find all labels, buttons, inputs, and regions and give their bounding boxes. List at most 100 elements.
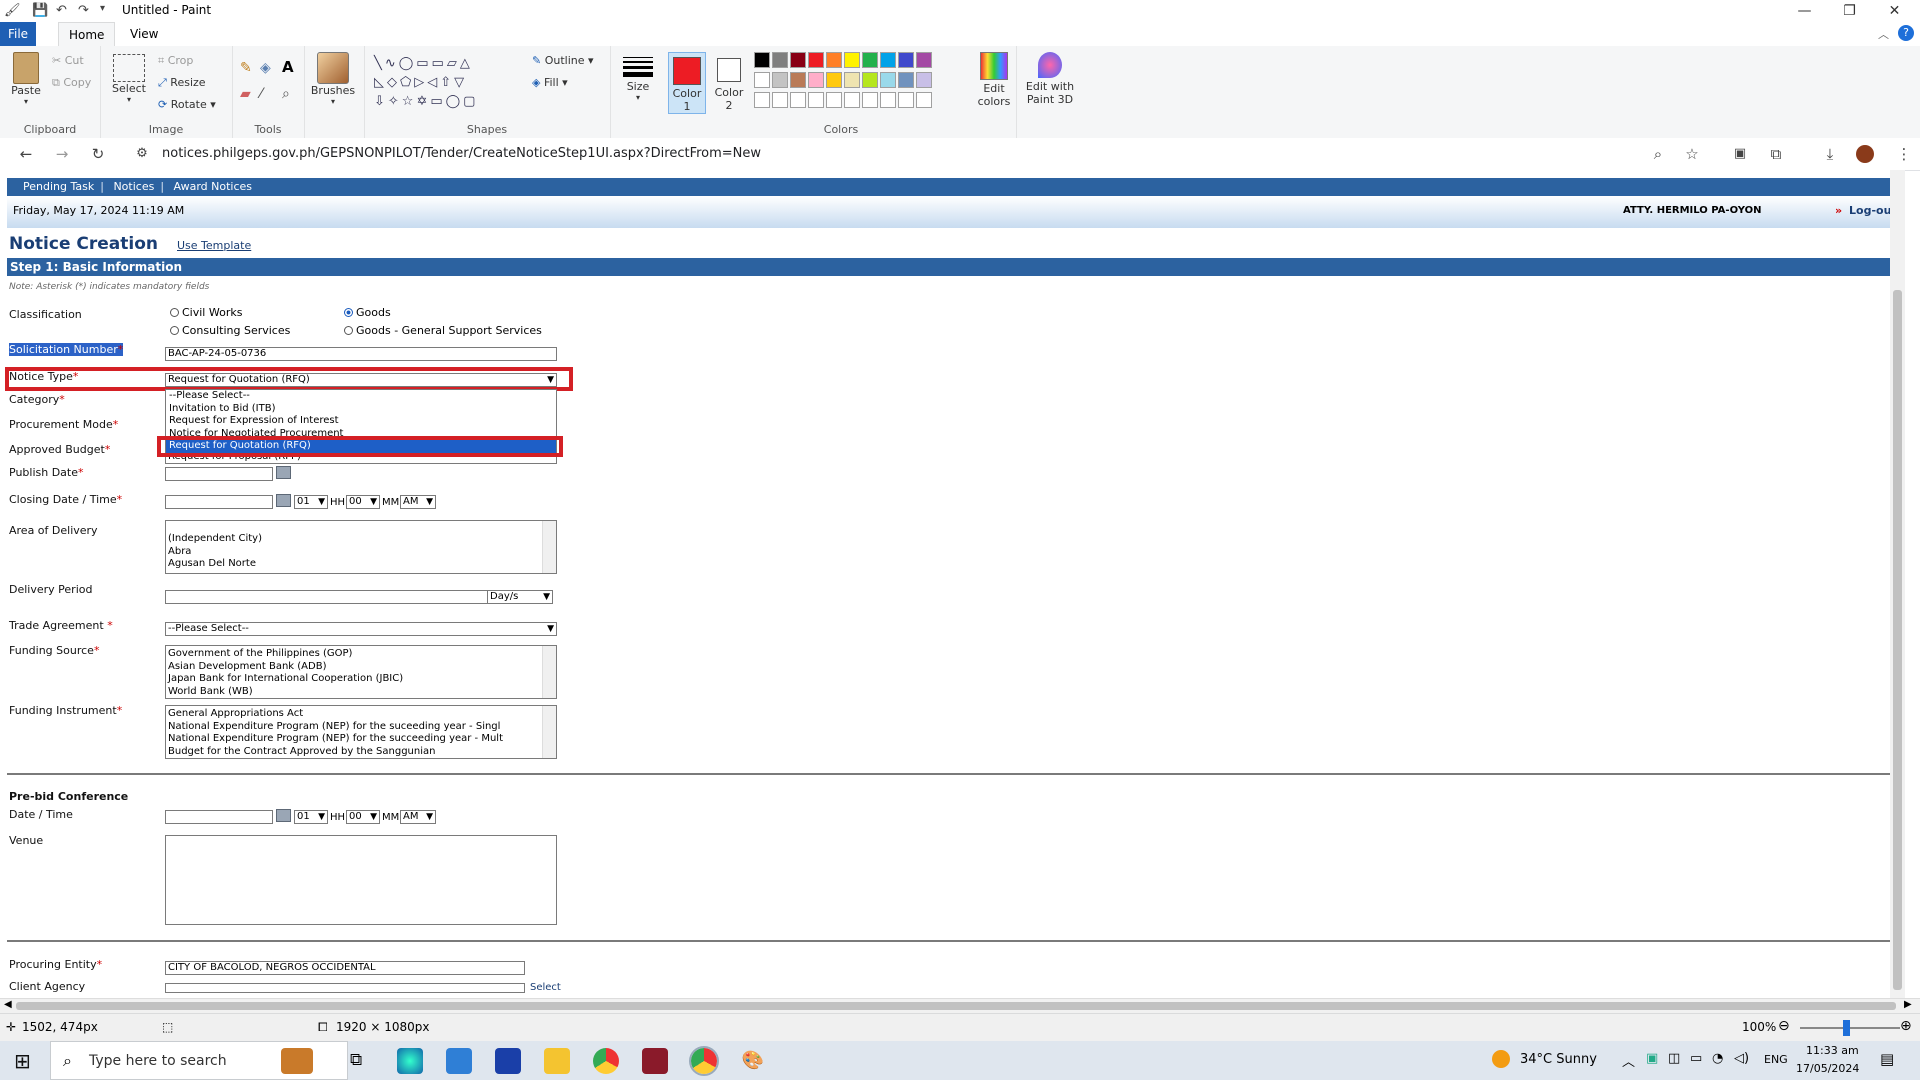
bookmark-star-icon[interactable]: ☆	[1682, 144, 1702, 164]
palette-swatch[interactable]	[916, 52, 932, 68]
closing-date-input[interactable]	[165, 495, 273, 509]
customize-qat-icon[interactable]: ▾	[100, 3, 105, 14]
area-of-delivery-list[interactable]: (Independent City) Abra Agusan Del Norte	[165, 520, 557, 574]
list-item[interactable]: Asian Development Bank (ADB)	[168, 661, 540, 674]
tray-app-icon[interactable]: ▣	[1646, 1051, 1658, 1066]
palette-swatch[interactable]	[844, 52, 860, 68]
venue-textarea[interactable]	[165, 835, 557, 925]
delivery-unit-select[interactable]: Day/s ▼	[487, 590, 553, 604]
copy-button[interactable]: ⧉ Copy	[52, 76, 91, 90]
profile-avatar[interactable]	[1856, 145, 1874, 163]
weather-text[interactable]: 34°C Sunny	[1520, 1052, 1597, 1067]
puzzle-icon[interactable]: ⧉	[1766, 144, 1786, 164]
brushes-button[interactable]: Brushes ▾	[310, 52, 356, 106]
collapse-ribbon-icon[interactable]: ︿	[1878, 26, 1889, 42]
palette-swatch[interactable]	[880, 92, 896, 108]
file-explorer-icon[interactable]	[544, 1048, 570, 1074]
close-button[interactable]: ✕	[1872, 0, 1917, 22]
list-item[interactable]: World Bank (WB)	[168, 686, 540, 699]
dropdown-option[interactable]: --Please Select--	[166, 390, 556, 403]
redo-icon[interactable]: ↷	[78, 3, 89, 18]
radio-consulting-services[interactable]: Consulting Services	[170, 324, 290, 337]
trade-agreement-select[interactable]: --Please Select-- ▼	[165, 622, 557, 636]
calendar-icon[interactable]	[276, 466, 291, 479]
fill-bucket-icon[interactable]: ◈	[260, 60, 271, 76]
download-icon[interactable]: ⤓	[1820, 144, 1840, 164]
palette-swatch[interactable]	[844, 92, 860, 108]
funding-source-list[interactable]: Government of the Philippines (GOP) Asia…	[165, 645, 557, 699]
outline-button[interactable]: ✎ Outline ▾	[532, 54, 594, 67]
scroll-thumb[interactable]	[16, 1002, 1896, 1010]
color-picker-icon[interactable]: ⁄	[260, 86, 262, 102]
text-tool-icon[interactable]: A	[282, 58, 294, 76]
language-indicator[interactable]: ENG	[1764, 1053, 1788, 1066]
palette-swatch[interactable]	[862, 92, 878, 108]
palette-swatch[interactable]	[754, 52, 770, 68]
pdf-app-icon[interactable]	[642, 1048, 668, 1074]
mail-icon[interactable]	[446, 1048, 472, 1074]
size-button[interactable]: Size ▾	[618, 54, 658, 102]
task-view-icon[interactable]: ⧉	[350, 1050, 362, 1070]
client-agency-input[interactable]	[165, 983, 525, 993]
scrollbar[interactable]	[542, 706, 556, 758]
procuring-entity-input[interactable]: CITY OF BACOLOD, NEGROS OCCIDENTAL	[165, 961, 525, 975]
zoom-out-icon[interactable]: ⊖	[1778, 1018, 1790, 1034]
palette-swatch[interactable]	[790, 52, 806, 68]
tray-meet-icon[interactable]: ◫	[1668, 1051, 1680, 1066]
save-icon[interactable]: 💾	[32, 3, 48, 18]
list-item[interactable]: (Independent City)	[168, 533, 540, 546]
windows-start-icon[interactable]: ⊞	[14, 1049, 31, 1073]
palette-swatch[interactable]	[790, 92, 806, 108]
prebid-hour-select[interactable]: 01 ▼	[294, 810, 328, 824]
palette-swatch[interactable]	[808, 72, 824, 88]
palette-swatch[interactable]	[826, 52, 842, 68]
scrollbar[interactable]	[542, 521, 556, 573]
edit-colors-button[interactable]: Edit colors	[972, 52, 1016, 108]
list-item[interactable]: National Expenditure Program (NEP) for t…	[168, 733, 540, 746]
palette-swatch[interactable]	[772, 52, 788, 68]
back-icon[interactable]: ←	[16, 144, 36, 164]
palette-swatch[interactable]	[862, 52, 878, 68]
calendar-icon[interactable]	[276, 809, 291, 822]
rotate-button[interactable]: ⟳ Rotate ▾	[158, 98, 216, 111]
palette-swatch[interactable]	[808, 52, 824, 68]
chevron-up-icon[interactable]: ︿	[1622, 1051, 1635, 1070]
palette-swatch[interactable]	[772, 92, 788, 108]
publish-date-input[interactable]	[165, 467, 273, 481]
chrome-active-icon[interactable]	[689, 1046, 719, 1076]
edge-icon[interactable]	[397, 1048, 423, 1074]
eraser-icon[interactable]: ▰	[240, 86, 251, 102]
notification-icon[interactable]: ▤	[1880, 1050, 1894, 1068]
palette-swatch[interactable]	[880, 72, 896, 88]
scroll-left-icon[interactable]: ◀	[4, 999, 12, 1010]
palette-swatch[interactable]	[880, 52, 896, 68]
radio-goods[interactable]: Goods	[344, 306, 391, 319]
list-item[interactable]: Japan Bank for International Cooperation…	[168, 673, 540, 686]
scrollbar[interactable]	[542, 646, 556, 698]
scroll-right-icon[interactable]: ▶	[1904, 999, 1912, 1010]
palette-swatch[interactable]	[898, 72, 914, 88]
tab-view[interactable]: View	[120, 22, 168, 46]
palette-swatch[interactable]	[754, 92, 770, 108]
page-scrollbar[interactable]	[1890, 170, 1905, 1000]
help-icon[interactable]: ?	[1898, 25, 1914, 41]
radio-goods-general-support[interactable]: Goods - General Support Services	[344, 324, 542, 337]
dropdown-option[interactable]: Invitation to Bid (ITB)	[166, 403, 556, 416]
site-info-icon[interactable]: ⚙	[132, 144, 152, 164]
list-item[interactable]: National Expenditure Program (NEP) for t…	[168, 721, 540, 734]
prebid-date-input[interactable]	[165, 810, 273, 824]
closing-minute-select[interactable]: 00 ▼	[346, 495, 380, 509]
color2-button[interactable]: Color 2	[710, 52, 748, 112]
palette-swatch[interactable]	[916, 92, 932, 108]
undo-icon[interactable]: ↶	[56, 3, 67, 18]
closing-hour-select[interactable]: 01 ▼	[294, 495, 328, 509]
browser-menu-icon[interactable]: ⋮	[1894, 144, 1914, 164]
chrome-icon[interactable]	[593, 1048, 619, 1074]
palette-swatch[interactable]	[898, 52, 914, 68]
calendar-icon[interactable]	[276, 494, 291, 507]
app-icon[interactable]	[495, 1048, 521, 1074]
canvas-horizontal-scrollbar[interactable]: ◀ ▶	[0, 998, 1920, 1014]
solicitation-number-input[interactable]: BAC-AP-24-05-0736	[165, 347, 557, 361]
palette-swatch[interactable]	[916, 72, 932, 88]
tab-file[interactable]: File	[0, 22, 36, 46]
